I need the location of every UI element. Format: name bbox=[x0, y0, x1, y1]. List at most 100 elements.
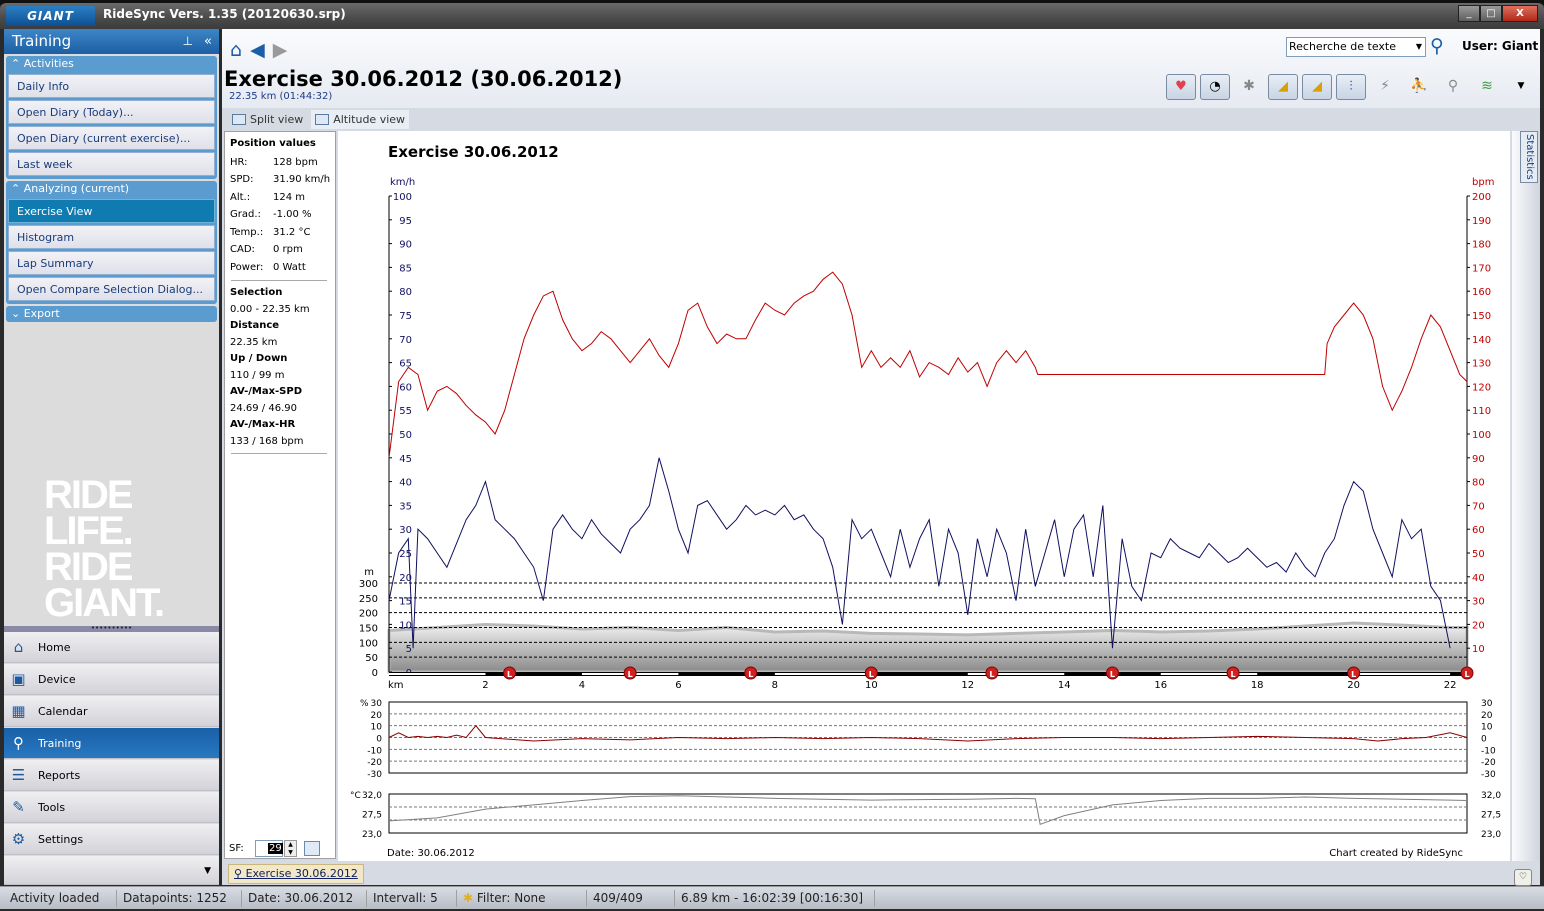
sidebar-item-open-diary-current[interactable]: Open Diary (current exercise)... bbox=[8, 126, 215, 150]
power-toggle[interactable]: ⚡ bbox=[1370, 74, 1400, 100]
chart-title: Exercise 30.06.2012 bbox=[388, 143, 559, 161]
sidebar-item-histogram[interactable]: Histogram bbox=[8, 225, 215, 249]
pace-toggle[interactable]: ⛹ bbox=[1404, 74, 1434, 100]
group-header-analyzing[interactable]: ⌃ Analyzing (current) bbox=[8, 181, 215, 197]
cadence-toggle[interactable]: ✱ bbox=[1234, 74, 1264, 100]
group-header-activities[interactable]: ⌃ Activities bbox=[8, 56, 215, 72]
tab-altitude-view[interactable]: Altitude view bbox=[311, 110, 410, 129]
exercise-chart[interactable]: Exercise 30.06.2012050100150200250300m05… bbox=[338, 131, 1510, 861]
speed-tick-label: 80 bbox=[399, 287, 412, 298]
divider bbox=[231, 453, 327, 454]
forward-icon[interactable]: ▶ bbox=[273, 39, 288, 61]
split-view-icon bbox=[232, 114, 246, 125]
zones-toggle[interactable]: ≋ bbox=[1472, 74, 1502, 100]
sidebar: Training ⊥ « ⌃ Activities Daily Info Ope… bbox=[4, 29, 219, 885]
group-activities: ⌃ Activities Daily Info Open Diary (Toda… bbox=[6, 56, 217, 179]
altitude-toggle[interactable]: ◢ bbox=[1268, 74, 1298, 100]
wrench-icon: ✎ bbox=[12, 798, 25, 816]
pv-label: Grad.: bbox=[230, 209, 261, 220]
back-icon[interactable]: ◀ bbox=[250, 39, 265, 61]
gradient-tick-label-right: -10 bbox=[1481, 746, 1496, 756]
speed-tick-label: 40 bbox=[399, 478, 412, 489]
hr-tick-label: 20 bbox=[1472, 620, 1485, 631]
x-tick-label: 4 bbox=[579, 680, 585, 691]
collapse-sidebar-button[interactable]: « bbox=[204, 29, 212, 54]
gradient-tick-label-right: 30 bbox=[1481, 699, 1493, 709]
sidebar-item-exercise-view[interactable]: Exercise View bbox=[8, 199, 215, 223]
hr-tick-label: 190 bbox=[1472, 216, 1491, 227]
speed-tick-label: 60 bbox=[399, 382, 412, 393]
sf-label: SF: bbox=[229, 843, 244, 854]
temperature-tick-label: 23,0 bbox=[362, 830, 382, 840]
bike-icon: ⚲ bbox=[13, 734, 24, 752]
hr-tick-label: 200 bbox=[1472, 192, 1491, 203]
zoom-toggle[interactable]: ⚲ bbox=[1438, 74, 1468, 100]
dropdown-arrow-icon[interactable]: ▼ bbox=[1416, 38, 1422, 56]
pv-label: Alt.: bbox=[230, 192, 251, 203]
x-tick-label: 22 bbox=[1444, 680, 1457, 691]
hr-tick-label: 40 bbox=[1472, 573, 1485, 584]
status-bar: Activity loaded Datapoints: 1252 Date: 3… bbox=[0, 886, 1544, 909]
temperature-toggle[interactable]: ⫶ bbox=[1336, 74, 1366, 100]
nav-training[interactable]: ⚲ Training bbox=[4, 728, 219, 759]
nav-reports[interactable]: ☰ Reports bbox=[4, 760, 219, 791]
temperature-tick-label: 32,0 bbox=[362, 791, 382, 801]
nav-tools[interactable]: ✎ Tools bbox=[4, 792, 219, 823]
user-label: User: Giant bbox=[1462, 39, 1539, 53]
window-title: RideSync Vers. 1.35 (20120630.srp) bbox=[103, 7, 346, 21]
gradient-tick-label-right: 20 bbox=[1481, 711, 1493, 721]
more-dropdown[interactable]: ▼ bbox=[1506, 74, 1536, 100]
altitude-tick-label: 50 bbox=[365, 653, 378, 664]
sidebar-item-compare-selection[interactable]: Open Compare Selection Dialog... bbox=[8, 277, 215, 301]
sidebar-item-last-week[interactable]: Last week bbox=[8, 152, 215, 176]
status-count: 409/409 bbox=[587, 890, 675, 907]
home-icon[interactable]: ⌂ bbox=[230, 39, 242, 61]
gear-icon: ⚙ bbox=[11, 830, 26, 848]
lap-marker-label: L bbox=[1464, 670, 1469, 679]
pv-value-speed: 31.90 km/h bbox=[273, 174, 331, 185]
lap-marker-label: L bbox=[1351, 670, 1356, 679]
position-values-title: Position values bbox=[230, 138, 316, 149]
close-button[interactable]: X bbox=[1502, 5, 1538, 22]
sidebar-item-daily-info[interactable]: Daily Info bbox=[8, 74, 215, 98]
summary-hr: 133 / 168 bpm bbox=[230, 436, 304, 447]
sf-input[interactable]: 29 bbox=[255, 840, 283, 857]
sidebar-item-open-diary-today[interactable]: Open Diary (Today)... bbox=[8, 100, 215, 124]
speed-tick-label: 25 bbox=[399, 549, 412, 560]
speed-tick-label: 50 bbox=[399, 430, 412, 441]
nav-overflow[interactable]: ▼ bbox=[4, 856, 219, 885]
nav-settings[interactable]: ⚙ Settings bbox=[4, 824, 219, 855]
sf-spinner[interactable]: ▲ ▼ bbox=[284, 840, 297, 857]
gradient-toggle[interactable]: ◢ bbox=[1302, 74, 1332, 100]
x-tick-label: 6 bbox=[675, 680, 681, 691]
main-area: ⌂ ◀ ▶ Recherche de texte ▼ ⚲ User: Giant … bbox=[222, 29, 1540, 886]
sf-settings-icon[interactable] bbox=[304, 841, 320, 856]
nav-home[interactable]: ⌂ Home bbox=[4, 632, 219, 663]
nav-calendar[interactable]: ▦ Calendar bbox=[4, 696, 219, 727]
pin-icon[interactable]: ⊥ bbox=[183, 29, 193, 54]
status-position: 6.89 km - 16:02:39 [00:16:30] bbox=[675, 890, 875, 907]
nav-device[interactable]: ▣ Device bbox=[4, 664, 219, 695]
tab-split-view[interactable]: Split view bbox=[228, 110, 307, 129]
lap-bar-segment bbox=[1160, 673, 1258, 675]
gradient-tick-label: -30 bbox=[367, 770, 382, 780]
filter-icon: ✱ bbox=[463, 891, 477, 905]
heart-rate-toggle[interactable]: ♥ bbox=[1166, 74, 1196, 100]
maximize-button[interactable]: □ bbox=[1480, 5, 1502, 22]
group-header-export[interactable]: ⌄ Export bbox=[8, 306, 215, 322]
lap-bar-segment bbox=[389, 673, 486, 675]
minimize-button[interactable]: _ bbox=[1458, 5, 1480, 22]
gradient-tick-label: 0 bbox=[376, 735, 382, 745]
calendar-icon: ▦ bbox=[11, 702, 26, 720]
statistics-tab[interactable]: Statistics bbox=[1520, 131, 1538, 183]
speed-toggle[interactable]: ◔ bbox=[1200, 74, 1230, 100]
status-filter[interactable]: ✱ Filter: None bbox=[457, 890, 587, 907]
hr-tick-label: 110 bbox=[1472, 406, 1491, 417]
search-icon[interactable]: ⚲ bbox=[1430, 35, 1444, 57]
exercise-document-tab[interactable]: ⚲ Exercise 30.06.2012 bbox=[228, 864, 364, 884]
search-input[interactable]: Recherche de texte ▼ bbox=[1286, 37, 1426, 57]
giant-logo: GIANT bbox=[6, 6, 95, 26]
collapse-panel-button[interactable]: ♡ bbox=[1514, 869, 1532, 886]
reports-icon: ☰ bbox=[11, 766, 26, 784]
sidebar-item-lap-summary[interactable]: Lap Summary bbox=[8, 251, 215, 275]
